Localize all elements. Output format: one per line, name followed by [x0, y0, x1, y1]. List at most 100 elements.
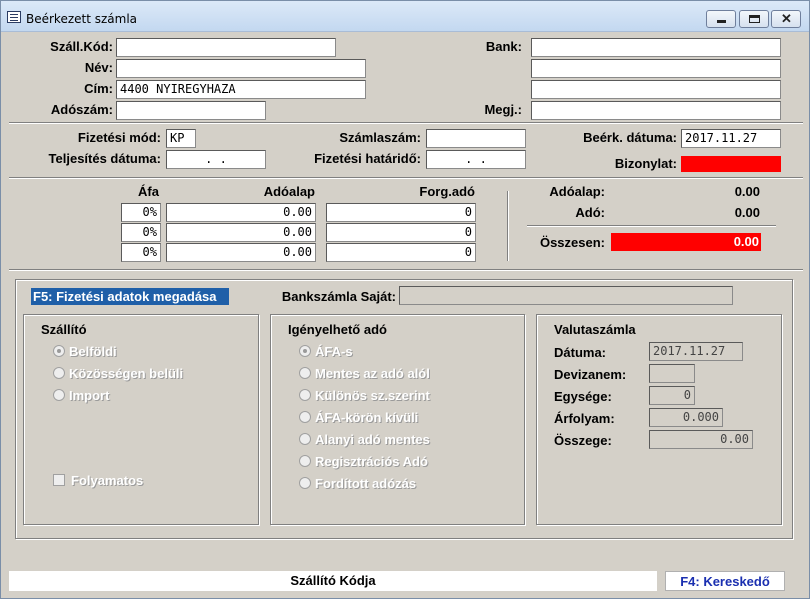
total-value: 0.00 [733, 234, 759, 249]
vat-base-input[interactable]: 0.00 [166, 243, 316, 262]
fulfillment-date-input[interactable]: . . [166, 150, 266, 169]
bank-input-3[interactable] [531, 80, 781, 99]
address-label: Cím: [84, 81, 113, 96]
f4-merchant-button[interactable]: F4: Kereskedő [665, 571, 785, 591]
currency-label: Devizanem: [554, 367, 627, 382]
minimize-icon [717, 20, 726, 23]
amount-input[interactable]: 0.00 [649, 430, 753, 449]
bank-input-1[interactable] [531, 38, 781, 57]
payment-method-input[interactable]: KP [166, 129, 196, 148]
received-date-input[interactable]: 2017.11.27 [681, 129, 781, 148]
radio-import[interactable]: Import [53, 388, 109, 403]
bank-label: Bank: [485, 39, 522, 54]
currency-date-input[interactable]: 2017.11.27 [649, 342, 743, 361]
radio-icon [53, 389, 65, 401]
close-icon: ✕ [781, 11, 792, 26]
radio-icon [299, 455, 311, 467]
divider [9, 269, 803, 271]
vat-rate-input[interactable]: 0% [121, 243, 161, 262]
vat-tax-input[interactable]: 0 [326, 243, 476, 262]
divider [507, 191, 509, 261]
payment-deadline-input[interactable]: . . [426, 150, 526, 169]
received-date-label: Beérk. dátuma: [583, 130, 677, 145]
minimize-button[interactable] [706, 10, 736, 28]
radio-icon [299, 389, 311, 401]
radio-vat[interactable]: ÁFA-s [299, 344, 353, 359]
divider [9, 122, 803, 124]
address-input[interactable]: 4400 NYIREGYHAZA [116, 80, 366, 99]
currency-input[interactable] [649, 364, 695, 383]
tax-number-label: Adószám: [50, 102, 113, 117]
f5-payment-details-button[interactable]: F5: Fizetési adatok megadása [31, 288, 229, 305]
maximize-button[interactable] [739, 10, 769, 28]
vat-base-input[interactable]: 0.00 [166, 223, 316, 242]
own-bank-label: Bankszámla Saját: [281, 289, 396, 304]
radio-domestic[interactable]: Belföldi [53, 344, 117, 359]
window-title: Beérkezett számla [26, 12, 138, 26]
supplier-group-title: Szállító [41, 322, 87, 337]
vat-tax-input[interactable]: 0 [326, 203, 476, 222]
bank-input-2[interactable] [531, 59, 781, 78]
voucher-label: Bizonylat: [614, 156, 677, 171]
radio-tax-exempt[interactable]: Mentes az adó alól [299, 366, 430, 381]
name-input[interactable] [116, 59, 366, 78]
currency-date-label: Dátuma: [554, 345, 607, 360]
maximize-icon [749, 15, 760, 23]
voucher-field[interactable] [681, 156, 781, 172]
invoice-number-input[interactable] [426, 129, 526, 148]
radio-icon [299, 477, 311, 489]
radio-icon [299, 367, 311, 379]
note-label: Megj.: [484, 102, 522, 117]
radio-reverse-charge[interactable]: Fordított adózás [299, 476, 416, 491]
sum-tax-label: Adó: [575, 205, 605, 220]
sum-base-label: Adóalap: [549, 184, 605, 199]
vat-rate-input[interactable]: 0% [121, 203, 161, 222]
close-button[interactable]: ✕ [771, 10, 801, 28]
continuous-checkbox[interactable]: Folyamatos [53, 473, 143, 488]
own-bank-input[interactable] [399, 286, 733, 305]
radio-selected-icon [53, 345, 65, 357]
tax-number-input[interactable] [116, 101, 266, 120]
exchange-rate-label: Árfolyam: [554, 411, 615, 426]
supplier-code-input[interactable] [116, 38, 336, 57]
radio-intra-community[interactable]: Közösségen belüli [53, 366, 183, 381]
unit-input[interactable]: 0 [649, 386, 695, 405]
payment-method-label: Fizetési mód: [77, 130, 161, 145]
radio-registration-tax[interactable]: Regisztrációs Adó [299, 454, 428, 469]
radio-outside-vat[interactable]: ÁFA-körön kívüli [299, 410, 418, 425]
radio-icon [299, 411, 311, 423]
radio-special-scheme[interactable]: Különös sz.szerint [299, 388, 430, 403]
name-label: Név: [84, 60, 113, 75]
fulfillment-date-label: Teljesítés dátuma: [48, 151, 161, 166]
radio-icon [299, 433, 311, 445]
amount-label: Összege: [554, 433, 612, 448]
supplier-code-label: Száll.Kód: [50, 39, 113, 54]
invoice-number-label: Számlaszám: [339, 130, 421, 145]
payment-deadline-label: Fizetési határidő: [314, 151, 421, 166]
currency-account-group-title: Valutaszámla [554, 322, 636, 337]
unit-label: Egysége: [554, 389, 612, 404]
total-field: 0.00 [611, 233, 761, 251]
invoice-window: Beérkezett számla ✕ Száll.Kód: Név: Cím:… [0, 0, 810, 599]
vat-rate-input[interactable]: 0% [121, 223, 161, 242]
radio-selected-icon [299, 345, 311, 357]
status-bar: Szállító Kódja [9, 571, 657, 591]
claimable-tax-group-title: Igényelhető adó [288, 322, 387, 337]
sum-tax-value: 0.00 [734, 205, 760, 220]
base-column-header: Adóalap [263, 184, 315, 199]
vat-base-input[interactable]: 0.00 [166, 203, 316, 222]
sum-base-value: 0.00 [734, 184, 760, 199]
vat-column-header: Áfa [138, 184, 159, 199]
turnover-tax-column-header: Forg.adó [419, 184, 475, 199]
note-input[interactable] [531, 101, 781, 120]
divider [527, 225, 776, 227]
divider [9, 177, 803, 179]
exchange-rate-input[interactable]: 0.000 [649, 408, 723, 427]
radio-icon [53, 367, 65, 379]
radio-subject-exempt[interactable]: Alanyi adó mentes [299, 432, 430, 447]
checkbox-icon [53, 474, 65, 486]
total-label: Összesen: [539, 235, 605, 250]
vat-tax-input[interactable]: 0 [326, 223, 476, 242]
app-icon[interactable] [7, 11, 21, 23]
title-bar[interactable]: Beérkezett számla ✕ [1, 1, 809, 32]
